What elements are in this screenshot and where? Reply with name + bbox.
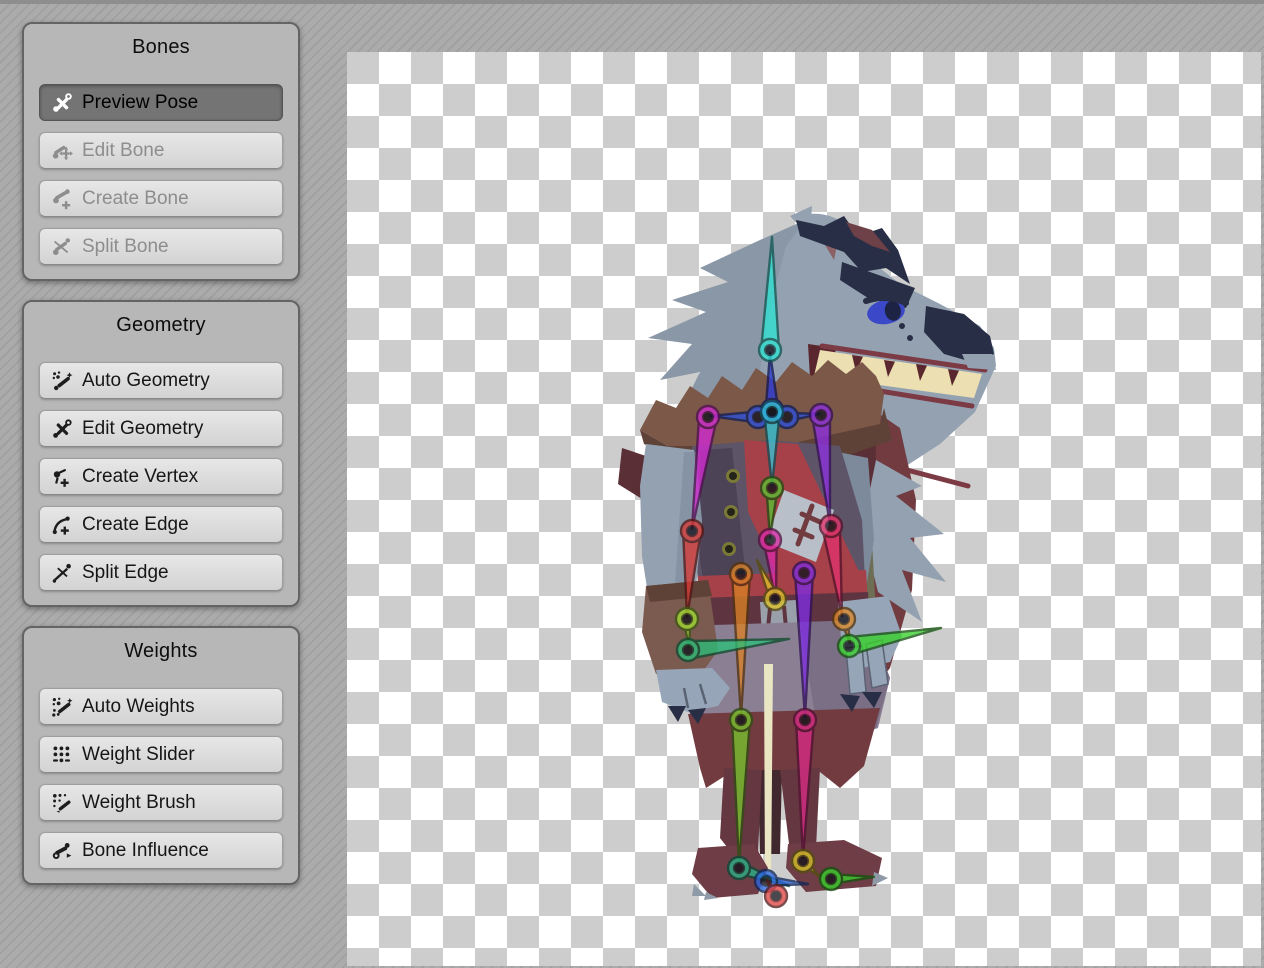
wolf-whisker-dot bbox=[907, 335, 913, 341]
panel-title-geometry: Geometry bbox=[24, 310, 298, 340]
character-sprite bbox=[347, 52, 1261, 966]
button-label: Weight Slider bbox=[82, 744, 195, 766]
button-label: Edit Geometry bbox=[82, 418, 203, 440]
weight-slider-icon bbox=[50, 743, 74, 767]
panel-title-bones: Bones bbox=[24, 32, 298, 62]
create-edge-icon bbox=[50, 513, 74, 537]
sprite-canvas[interactable] bbox=[347, 52, 1261, 966]
wolf-whisker-dot bbox=[899, 323, 905, 329]
button-label: Auto Weights bbox=[82, 696, 195, 718]
panel-bones: Bones Preview Pose Edit Bone Create Bone Spl… bbox=[22, 22, 300, 281]
edit-bone-icon bbox=[50, 139, 74, 163]
panel-geometry: Geometry Auto Geometry Edit Geometry Create… bbox=[22, 300, 300, 607]
bone-influence-icon bbox=[50, 839, 74, 863]
auto-geometry-icon bbox=[50, 369, 74, 393]
preview-pose-icon bbox=[50, 91, 74, 115]
button-label: Split Bone bbox=[82, 236, 169, 258]
split-edge-icon bbox=[50, 561, 74, 585]
button-label: Edit Bone bbox=[82, 140, 164, 162]
button-label: Create Bone bbox=[82, 188, 189, 210]
button-create-vertex[interactable]: Create Vertex bbox=[39, 458, 283, 495]
vest-button bbox=[726, 507, 737, 518]
edit-geometry-icon bbox=[50, 417, 74, 441]
create-vertex-icon bbox=[50, 465, 74, 489]
split-bone-icon bbox=[50, 235, 74, 259]
button-edit-geometry[interactable]: Edit Geometry bbox=[39, 410, 283, 447]
button-split-bone[interactable]: Split Bone bbox=[39, 228, 283, 265]
button-split-edge[interactable]: Split Edge bbox=[39, 554, 283, 591]
button-create-edge[interactable]: Create Edge bbox=[39, 506, 283, 543]
button-label: Create Vertex bbox=[82, 466, 198, 488]
button-label: Weight Brush bbox=[82, 792, 196, 814]
button-label: Bone Influence bbox=[82, 840, 209, 862]
panel-weights: Weights Auto Weights Weight Slider Weight B… bbox=[22, 626, 300, 885]
button-preview-pose[interactable]: Preview Pose bbox=[39, 84, 283, 121]
button-auto-geometry[interactable]: Auto Geometry bbox=[39, 362, 283, 399]
button-weight-slider[interactable]: Weight Slider bbox=[39, 736, 283, 773]
button-label: Create Edge bbox=[82, 514, 189, 536]
button-edit-bone[interactable]: Edit Bone bbox=[39, 132, 283, 169]
button-weight-brush[interactable]: Weight Brush bbox=[39, 784, 283, 821]
vest-button bbox=[728, 471, 739, 482]
panel-title-weights: Weights bbox=[24, 636, 298, 666]
top-strip bbox=[0, 0, 1264, 4]
foot-right-claws bbox=[872, 872, 888, 886]
auto-weights-icon bbox=[50, 695, 74, 719]
button-auto-weights[interactable]: Auto Weights bbox=[39, 688, 283, 725]
button-label: Split Edge bbox=[82, 562, 169, 584]
button-bone-influence[interactable]: Bone Influence bbox=[39, 832, 283, 869]
button-label: Preview Pose bbox=[82, 92, 198, 114]
button-label: Auto Geometry bbox=[82, 370, 210, 392]
weight-brush-icon bbox=[50, 791, 74, 815]
button-create-bone[interactable]: Create Bone bbox=[39, 180, 283, 217]
create-bone-icon bbox=[50, 187, 74, 211]
vest-button bbox=[724, 544, 735, 555]
